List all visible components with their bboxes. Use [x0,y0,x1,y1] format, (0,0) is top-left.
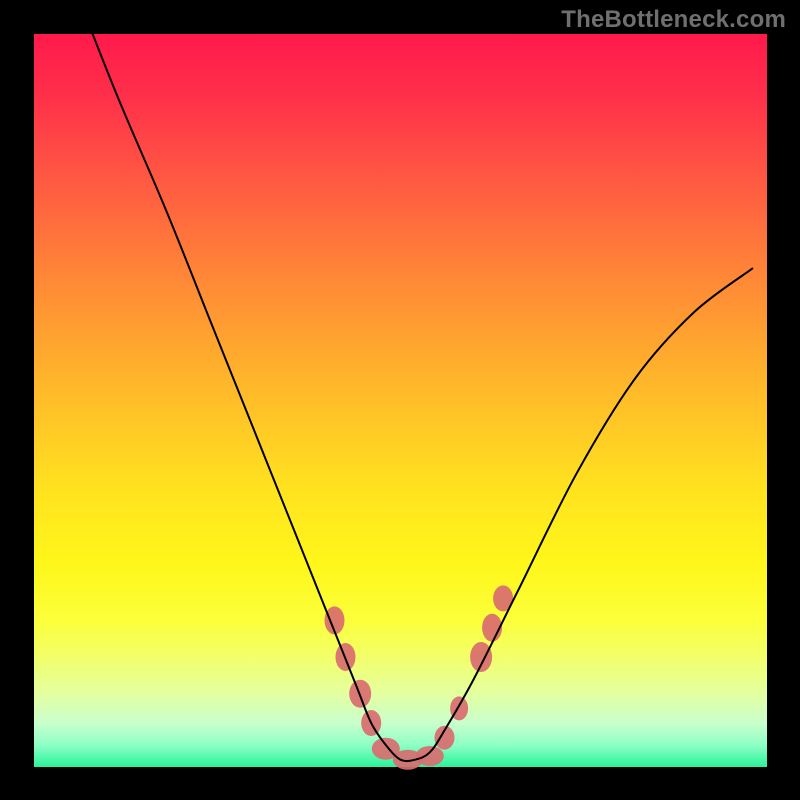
chart-frame: TheBottleneck.com [0,0,800,800]
bottleneck-curve [93,34,753,761]
watermark-text: TheBottleneck.com [561,6,786,34]
chart-svg [34,34,767,767]
curve-marker [416,746,444,766]
curve-marker [470,642,492,672]
plot-area [34,34,767,767]
